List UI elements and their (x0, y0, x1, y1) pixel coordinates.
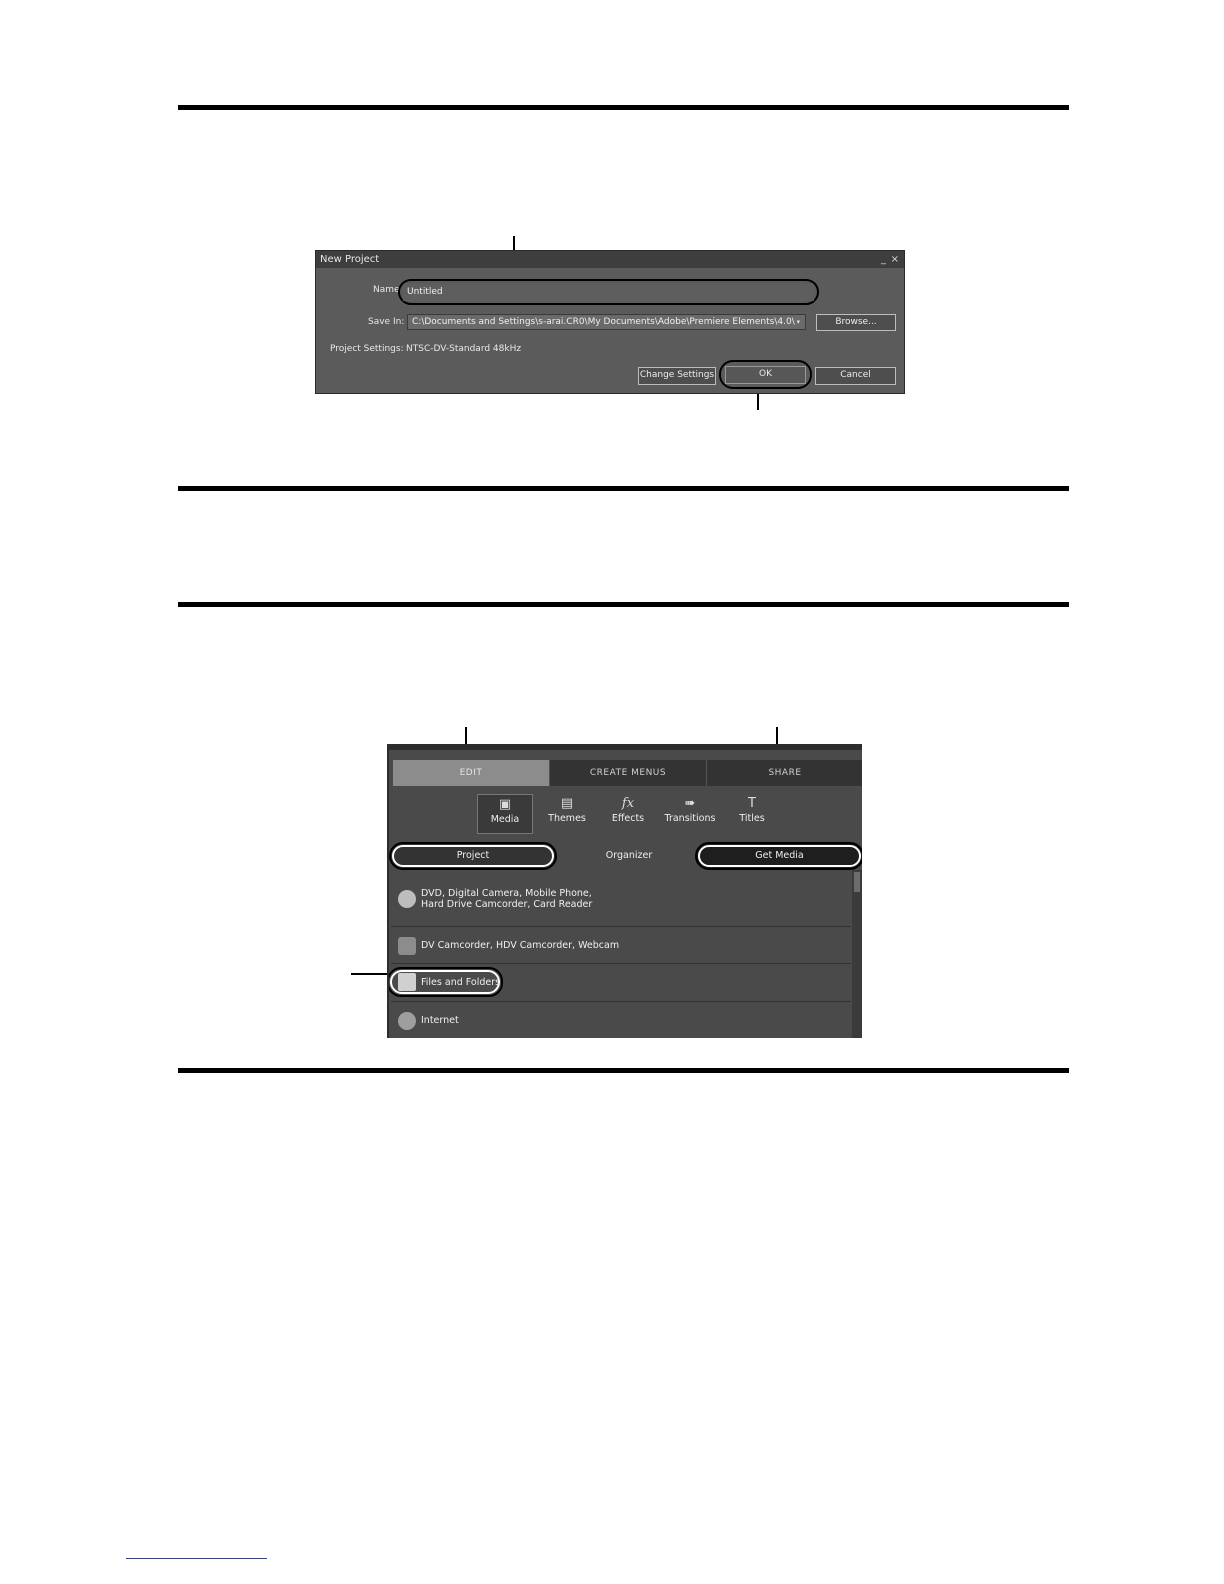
subtab-project[interactable]: Project (392, 846, 554, 866)
files-icon (398, 973, 416, 991)
tool-effects[interactable]: fx Effects (600, 794, 656, 834)
section-rule-2 (178, 486, 1069, 491)
section-rule-3 (178, 602, 1069, 607)
dialog-title: New Project (320, 254, 380, 265)
tab-edit[interactable]: EDIT (393, 760, 550, 786)
list-item-label: Internet (421, 1015, 459, 1026)
scrollbar[interactable] (852, 870, 862, 1038)
chevron-down-icon[interactable]: ▾ (796, 315, 800, 329)
effects-icon: fx (621, 796, 635, 811)
subtab-organizer[interactable]: Organizer (569, 846, 689, 866)
tool-titles[interactable]: T Titles (724, 794, 780, 834)
list-item-internet[interactable]: Internet (391, 1002, 851, 1038)
callout-line-files (351, 973, 389, 975)
tool-transitions-label: Transitions (664, 813, 716, 824)
tool-themes[interactable]: ▤ Themes (539, 794, 595, 834)
minimize-icon[interactable]: _ (881, 251, 886, 268)
close-icon[interactable]: × (891, 251, 899, 268)
new-project-dialog: New Project _ × Name Untitled Save In: C… (315, 250, 905, 394)
browse-button[interactable]: Browse... (816, 314, 896, 331)
list-item-label: Files and Folders (421, 977, 501, 988)
list-item-dvd-camera[interactable]: DVD, Digital Camera, Mobile Phone, Hard … (391, 874, 851, 927)
titles-icon: T (748, 796, 756, 811)
premiere-panel: EDIT CREATE MENUS SHARE ▣ Media ▤ Themes… (387, 744, 862, 1038)
footnote-separator (126, 1558, 267, 1559)
tool-media-label: Media (490, 814, 520, 825)
tool-themes-label: Themes (548, 813, 586, 824)
media-icon: ▣ (498, 797, 512, 812)
change-settings-button[interactable]: Change Settings (638, 367, 716, 385)
list-item-files-folders[interactable]: Files and Folders (389, 964, 851, 1002)
tool-effects-label: Effects (611, 813, 645, 824)
list-item-label: DV Camcorder, HDV Camcorder, Webcam (421, 940, 620, 951)
list-item-label: DVD, Digital Camera, Mobile Phone, Hard … (421, 888, 593, 910)
tool-titles-label: Titles (739, 813, 765, 824)
name-label: Name (373, 285, 400, 295)
subtab-get-media[interactable]: Get Media (698, 846, 861, 866)
tool-media[interactable]: ▣ Media (477, 794, 533, 834)
globe-icon (398, 1012, 416, 1030)
tab-create-menus[interactable]: CREATE MENUS (550, 760, 707, 786)
dialog-title-bar: New Project _ × (316, 251, 904, 268)
save-in-label: Save In: (368, 317, 405, 327)
save-in-field[interactable]: C:\Documents and Settings\s-arai.CR0\My … (407, 314, 806, 330)
camcorder-icon (398, 937, 416, 955)
project-settings-label: Project Settings: (330, 344, 404, 354)
name-field[interactable]: Untitled (403, 284, 814, 301)
transitions-icon: ➠ (684, 796, 696, 811)
list-item-dv-camcorder[interactable]: DV Camcorder, HDV Camcorder, Webcam (391, 927, 851, 964)
scrollbar-thumb[interactable] (854, 872, 860, 892)
ok-button[interactable]: OK (725, 366, 806, 384)
tool-transitions[interactable]: ➠ Transitions (662, 794, 718, 834)
disc-camera-icon (398, 890, 416, 908)
save-in-path: C:\Documents and Settings\s-arai.CR0\My … (412, 317, 795, 327)
section-rule-4 (178, 1068, 1069, 1073)
section-rule-1 (178, 105, 1069, 110)
cancel-button[interactable]: Cancel (815, 367, 896, 385)
themes-icon: ▤ (560, 796, 574, 811)
tab-share[interactable]: SHARE (707, 760, 862, 786)
project-settings-value: NTSC-DV-Standard 48kHz (406, 344, 522, 354)
